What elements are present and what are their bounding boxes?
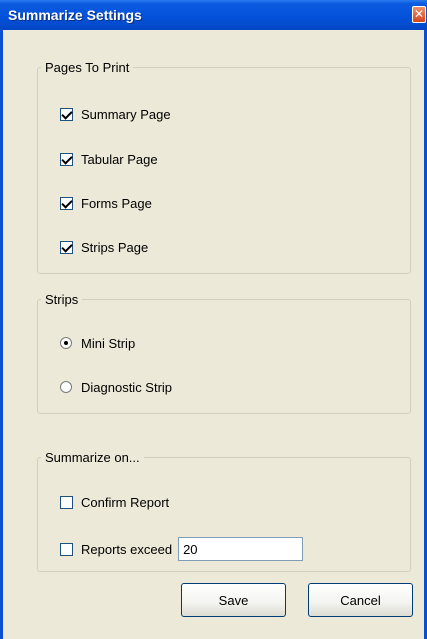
title-bar[interactable]: Summarize Settings ✕ [0, 0, 427, 30]
mini-strip-label: Mini Strip [81, 335, 136, 351]
diagnostic-strip-radio[interactable] [60, 381, 72, 393]
confirm-report-checkbox[interactable] [60, 495, 73, 509]
close-button[interactable]: ✕ [412, 6, 426, 23]
summarize-settings-dialog: Summarize Settings ✕ Pages To Print Summ… [0, 0, 427, 639]
mini-strip-option[interactable]: Mini Strip [60, 335, 135, 351]
forms-page-label: Forms Page [81, 195, 152, 211]
confirm-report-option[interactable]: Confirm Report [60, 494, 169, 510]
summarize-on-group: Summarize on... Confirm Report Reports e… [37, 450, 411, 572]
tabular-page-label: Tabular Page [81, 151, 158, 167]
window-title: Summarize Settings [8, 7, 142, 23]
reports-exceed-label: Reports exceed [81, 541, 173, 557]
reports-exceed-checkbox[interactable] [60, 542, 73, 556]
strips-page-checkbox[interactable] [60, 240, 73, 254]
save-button[interactable]: Save [181, 583, 286, 617]
diagnostic-strip-option[interactable]: Diagnostic Strip [60, 379, 172, 395]
summary-page-checkbox[interactable] [60, 107, 73, 121]
tabular-page-option[interactable]: Tabular Page [60, 151, 158, 167]
forms-page-option[interactable]: Forms Page [60, 195, 152, 211]
summarize-on-legend: Summarize on... [45, 450, 140, 465]
forms-page-checkbox[interactable] [60, 196, 73, 210]
strips-group: Strips Mini Strip Diagnostic Strip [37, 292, 411, 414]
strips-legend: Strips [45, 292, 79, 307]
confirm-report-label: Confirm Report [81, 494, 170, 510]
tabular-page-checkbox[interactable] [60, 152, 73, 166]
diagnostic-strip-label: Diagnostic Strip [81, 379, 173, 395]
summary-page-label: Summary Page [81, 106, 171, 122]
mini-strip-radio[interactable] [60, 337, 72, 349]
close-icon: ✕ [413, 7, 425, 21]
summary-page-option[interactable]: Summary Page [60, 106, 171, 122]
reports-exceed-input[interactable] [178, 537, 304, 561]
strips-page-option[interactable]: Strips Page [60, 239, 148, 255]
reports-exceed-option[interactable]: Reports exceed [60, 537, 304, 561]
cancel-button[interactable]: Cancel [308, 583, 413, 617]
strips-page-label: Strips Page [81, 239, 149, 255]
pages-to-print-group: Pages To Print Summary Page Tabular Page… [37, 60, 411, 274]
pages-to-print-legend: Pages To Print [45, 60, 130, 75]
